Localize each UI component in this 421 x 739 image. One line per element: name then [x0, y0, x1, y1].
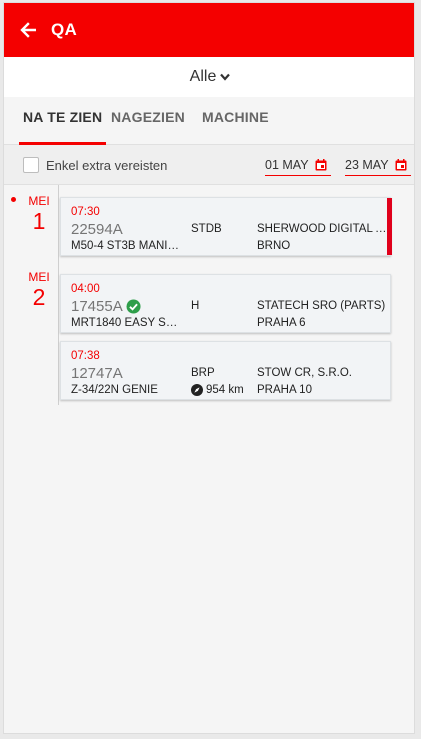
job-list: MEI 1 MEI 2 07:30 22594A M50-4 ST3B MANI…	[4, 185, 414, 733]
job-customer: STATECH SRO (PARTS)	[257, 300, 386, 312]
job-customer: STOW CR, S.R.O.	[257, 367, 352, 379]
job-city: PRAHA 10	[257, 384, 312, 396]
job-order: 17455A	[71, 298, 141, 315]
job-card[interactable]: 04:00 17455A MRT1840 EASY STAGE H STATEC…	[60, 274, 391, 333]
job-distance: 954 km	[191, 384, 244, 396]
tab-bar: NA TE ZIEN NAGEZIEN MACHINE	[4, 97, 414, 145]
filter-select[interactable]: Alle	[190, 68, 231, 86]
tab-nagezien[interactable]: NAGEZIEN	[111, 97, 185, 145]
back-button[interactable]	[18, 20, 38, 40]
job-card[interactable]: 07:30 22594A M50-4 ST3B MANITOU STDB SHE…	[60, 197, 392, 256]
day-month: MEI	[28, 270, 50, 284]
job-order: 22594A	[71, 221, 123, 238]
job-order: 12747A	[71, 365, 123, 382]
job-machine: Z-34/22N GENIE	[71, 384, 158, 396]
job-customer: SHERWOOD DIGITAL AGENCY	[257, 223, 389, 235]
filter-value: Alle	[189, 68, 217, 85]
day-month: MEI	[28, 194, 50, 208]
options-bar: Enkel extra vereisten 01 MAY 23 MAY	[4, 145, 414, 185]
calendar-icon	[315, 158, 327, 170]
order-number: 22594A	[71, 221, 123, 238]
date-from-field[interactable]: 01 MAY	[265, 154, 331, 176]
job-machine: M50-4 ST3B MANITOU	[71, 240, 183, 252]
tab-na-te-zien[interactable]: NA TE ZIEN	[19, 97, 107, 145]
timeline-line	[58, 185, 59, 405]
today-indicator	[11, 197, 16, 202]
date-to-value: 23 MAY	[345, 157, 389, 172]
order-number: 17455A	[71, 298, 123, 315]
job-code: H	[191, 300, 200, 312]
job-time: 07:38	[71, 350, 100, 362]
job-city: BRNO	[257, 240, 291, 252]
job-code: BRP	[191, 367, 215, 379]
job-time: 07:30	[71, 206, 100, 218]
calendar-icon	[395, 158, 407, 170]
job-card[interactable]: 07:38 12747A Z-34/22N GENIE BRP 954 km S…	[60, 341, 391, 400]
order-number: 12747A	[71, 365, 123, 382]
check-circle-icon	[126, 299, 141, 314]
day-number: 1	[32, 208, 46, 234]
checkbox-label: Enkel extra vereisten	[46, 158, 168, 173]
chevron-down-icon	[220, 73, 231, 81]
distance-value: 954 km	[206, 384, 244, 396]
tab-machine[interactable]: MACHINE	[202, 97, 269, 145]
app-title: QA	[51, 20, 78, 39]
extra-requirements-checkbox[interactable]	[23, 157, 39, 173]
date-to-field[interactable]: 23 MAY	[345, 154, 411, 176]
job-machine: MRT1840 EASY STAGE	[71, 317, 183, 329]
app-bar: QA	[4, 3, 414, 57]
job-city: PRAHA 6	[257, 317, 306, 329]
compass-icon	[191, 384, 203, 396]
arrow-back-icon	[20, 22, 36, 38]
job-code: STDB	[191, 223, 222, 235]
job-time: 04:00	[71, 283, 100, 295]
date-from-value: 01 MAY	[265, 157, 309, 172]
app-frame: QA Alle NA TE ZIEN NAGEZIEN MACHINE Enke…	[3, 2, 415, 734]
day-number: 2	[32, 284, 46, 310]
filter-bar: Alle	[4, 57, 414, 97]
